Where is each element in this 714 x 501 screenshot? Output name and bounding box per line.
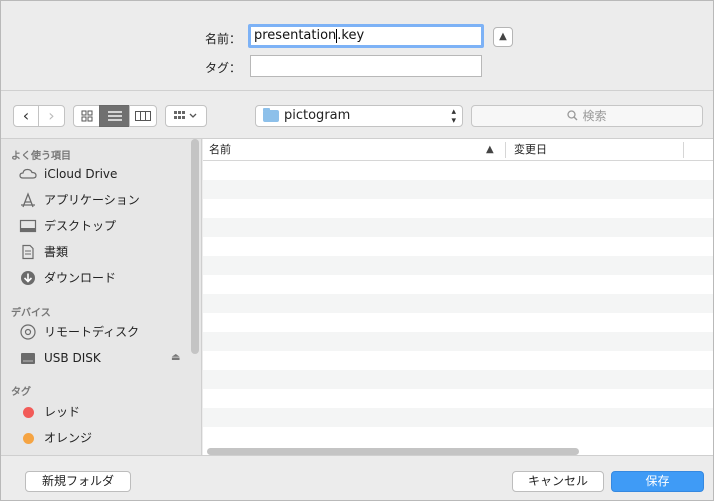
sidebar-item-label: リモートディスク	[44, 325, 140, 339]
search-input[interactable]: 検索	[471, 105, 703, 127]
filename-text-before: presentation	[254, 28, 337, 43]
sort-ascending-icon: ▲	[486, 144, 494, 155]
cancel-button[interactable]: キャンセル	[512, 471, 604, 492]
search-icon	[567, 110, 578, 121]
view-icons-button[interactable]	[73, 105, 100, 127]
empty-row	[203, 370, 713, 389]
empty-row	[203, 294, 713, 313]
tag-label: タグ：	[204, 61, 241, 75]
sidebar-item-label: オレンジ	[44, 431, 93, 445]
chevron-up-icon: ▲	[499, 31, 507, 42]
sidebar-item-icloud-drive[interactable]: iCloud Drive	[1, 163, 191, 185]
orange-tag-icon	[23, 433, 34, 444]
arrange-menu-button[interactable]	[165, 105, 207, 127]
documents-icon	[22, 244, 34, 260]
location-folder-name: pictogram	[284, 108, 351, 123]
eject-icon[interactable]: ⏏	[171, 347, 180, 369]
column-divider[interactable]	[505, 142, 506, 158]
name-label: 名前：	[204, 32, 241, 46]
sidebar-item-tag-red[interactable]: レッド	[1, 401, 191, 423]
sidebar-section-devices: デバイス	[11, 308, 51, 319]
empty-row	[203, 408, 713, 427]
save-form: 名前： presentation.key ▲ タグ：	[1, 1, 713, 91]
disc-icon	[20, 324, 36, 340]
sidebar-scrollbar[interactable]	[191, 139, 199, 354]
sidebar-item-desktop[interactable]: デスクトップ	[1, 215, 191, 237]
drive-icon	[21, 353, 35, 364]
sidebar-item-label: アプリケーション	[44, 193, 140, 207]
updown-chevron-icon: ▴ ▾	[451, 107, 456, 126]
applications-icon	[21, 192, 35, 208]
empty-row	[203, 161, 713, 180]
cloud-icon	[19, 168, 37, 179]
icon-grid-icon	[81, 110, 92, 122]
sidebar: よく使う項目 iCloud Drive アプリケーション デスクトップ 書類 ダ…	[1, 139, 202, 455]
filename-input[interactable]: presentation.key	[248, 24, 484, 48]
downloads-icon	[21, 271, 35, 285]
desktop-icon	[19, 219, 37, 233]
empty-row	[203, 332, 713, 351]
empty-row	[203, 199, 713, 218]
tags-input[interactable]	[250, 55, 482, 77]
view-list-button[interactable]	[99, 105, 130, 127]
empty-row	[203, 275, 713, 294]
sidebar-item-remote-disc[interactable]: リモートディスク	[1, 321, 191, 343]
arrange-grid-icon	[174, 111, 197, 119]
column-header-date[interactable]: 変更日	[514, 139, 547, 160]
empty-row	[203, 180, 713, 199]
file-list-header: 名前 ▲ 変更日	[203, 139, 713, 161]
save-button[interactable]: 保存	[611, 471, 704, 492]
sidebar-item-usb-disk[interactable]: USB DISK ⏏	[1, 347, 191, 369]
empty-row	[203, 237, 713, 256]
sidebar-item-label: ダウンロード	[44, 271, 117, 285]
save-dialog: 名前： presentation.key ▲ タグ： ‹ › pictogram…	[0, 0, 714, 501]
sidebar-section-tags: タグ	[11, 387, 31, 398]
expand-dialog-button[interactable]: ▲	[493, 27, 513, 47]
sidebar-item-documents[interactable]: 書類	[1, 241, 191, 263]
filename-text-after: .key	[337, 28, 365, 43]
sidebar-section-favorites: よく使う項目	[11, 151, 71, 162]
list-view-icon	[107, 111, 122, 121]
sidebar-item-label: USB DISK	[44, 351, 101, 365]
browser-toolbar: ‹ › pictogram ▴ ▾ 検索	[1, 91, 713, 139]
sidebar-item-label: デスクトップ	[44, 219, 117, 233]
empty-row	[203, 427, 713, 446]
dialog-footer: 新規フォルダ キャンセル 保存	[1, 455, 713, 500]
column-divider[interactable]	[683, 142, 684, 158]
horizontal-scrollbar[interactable]	[207, 448, 579, 455]
column-header-name[interactable]: 名前	[209, 139, 231, 160]
chevron-left-icon: ‹	[22, 106, 30, 125]
folder-icon	[263, 108, 279, 122]
back-button[interactable]: ‹	[13, 105, 39, 127]
forward-button[interactable]: ›	[38, 105, 65, 127]
location-popup[interactable]: pictogram ▴ ▾	[255, 105, 463, 127]
empty-row	[203, 351, 713, 370]
search-placeholder: 検索	[582, 109, 607, 123]
sidebar-item-label: レッド	[44, 405, 81, 419]
sidebar-item-label: 書類	[44, 245, 69, 259]
empty-row	[203, 218, 713, 237]
empty-row	[203, 256, 713, 275]
columns-view-icon	[135, 111, 151, 121]
file-list: 名前 ▲ 変更日	[203, 139, 713, 455]
sidebar-item-downloads[interactable]: ダウンロード	[1, 267, 191, 289]
sidebar-item-tag-orange[interactable]: オレンジ	[1, 427, 191, 449]
red-tag-icon	[23, 407, 34, 418]
chevron-right-icon: ›	[48, 106, 55, 125]
sidebar-item-label: iCloud Drive	[44, 167, 118, 181]
sidebar-item-applications[interactable]: アプリケーション	[1, 189, 191, 211]
empty-row	[203, 313, 713, 332]
new-folder-button[interactable]: 新規フォルダ	[25, 471, 131, 492]
empty-row	[203, 389, 713, 408]
view-columns-button[interactable]	[129, 105, 157, 127]
